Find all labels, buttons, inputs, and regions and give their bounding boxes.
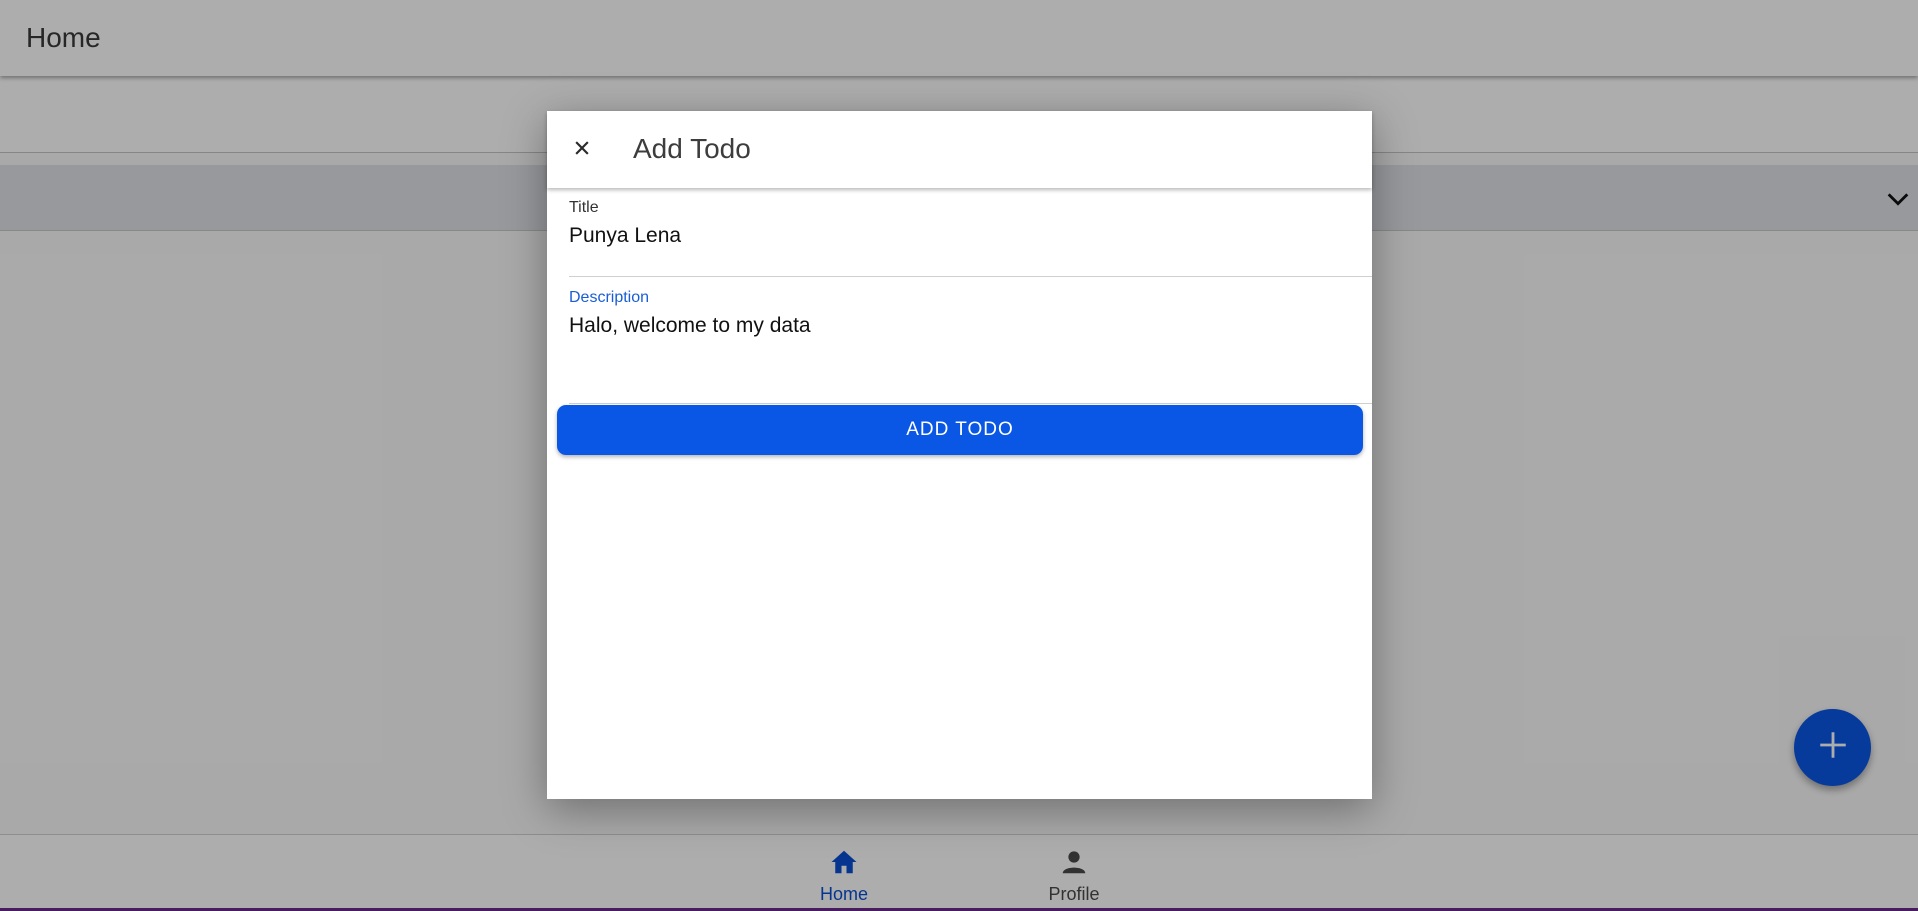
description-field[interactable]: Description Halo, welcome to my data: [569, 278, 1372, 404]
close-icon: [572, 138, 592, 163]
dialog-header: Add Todo: [547, 111, 1372, 188]
close-button[interactable]: [567, 135, 597, 165]
title-field[interactable]: Title Punya Lena: [569, 199, 1372, 277]
description-input[interactable]: Halo, welcome to my data: [569, 314, 1372, 338]
title-input[interactable]: Punya Lena: [569, 224, 1372, 248]
description-field-label: Description: [569, 289, 650, 306]
add-todo-button[interactable]: ADD TODO: [557, 405, 1363, 455]
add-todo-dialog: Add Todo Title Punya Lena Description Ha…: [547, 111, 1372, 799]
dialog-title: Add Todo: [633, 133, 751, 164]
title-field-label: Title: [569, 199, 599, 216]
app-root: Home Home Profile Add Todo Title Punya L…: [0, 0, 1918, 911]
